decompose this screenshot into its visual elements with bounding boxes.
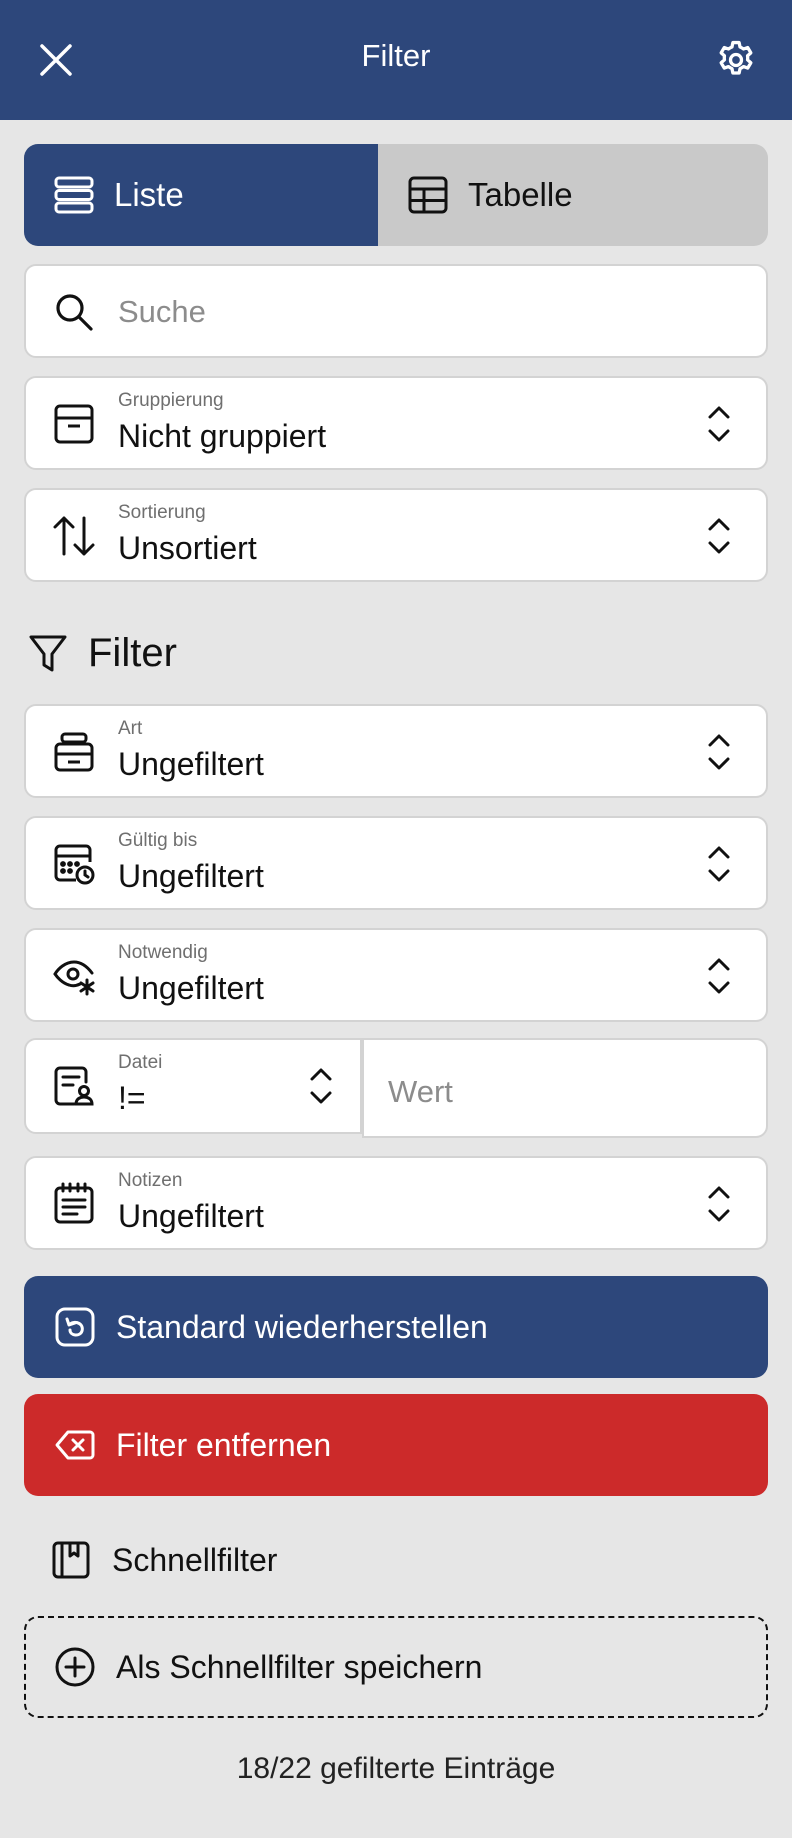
search-icon (56, 294, 93, 331)
filter-valid-until-value: Ungefiltert (118, 858, 264, 894)
filter-required-select[interactable]: Notwendig Ungefiltert (24, 928, 768, 1022)
tab-list-label: Liste (114, 176, 184, 213)
backspace-icon (55, 1430, 95, 1460)
restore-icon (55, 1307, 95, 1347)
chevron-up-down-icon (708, 846, 730, 882)
filter-art-label: Art (118, 718, 143, 739)
quick-filter-title: Schnellfilter (112, 1541, 278, 1578)
settings-button[interactable] (714, 38, 758, 82)
quick-filter-heading: Schnellfilter (50, 1536, 277, 1584)
sorting-value: Unsortiert (118, 530, 257, 566)
filter-file-label: Datei (118, 1052, 163, 1073)
gear-icon (719, 40, 753, 75)
search-input[interactable]: Suche (24, 264, 768, 358)
plus-circle-icon (55, 1647, 95, 1687)
restore-defaults-button[interactable]: Standard wiederherstellen (24, 1276, 768, 1378)
list-icon (54, 176, 94, 214)
filter-notes-label: Notizen (118, 1170, 183, 1191)
view-toggle: Liste Tabelle (24, 144, 768, 246)
filter-file-operator: != (118, 1080, 146, 1116)
filter-art-value: Ungefiltert (118, 746, 264, 782)
filter-valid-until-label: Gültig bis (118, 830, 198, 851)
filter-art-select[interactable]: Art Ungefiltert (24, 704, 768, 798)
restore-defaults-label: Standard wiederherstellen (116, 1308, 488, 1345)
table-icon (408, 176, 448, 214)
grouping-label: Gruppierung (118, 390, 224, 411)
filter-file-value-placeholder: Wert (388, 1074, 453, 1109)
chevron-up-down-icon (708, 518, 730, 554)
filter-notes-select[interactable]: Notizen Ungefiltert (24, 1156, 768, 1250)
filter-required-label: Notwendig (118, 942, 208, 963)
grouping-value: Nicht gruppiert (118, 418, 327, 454)
notes-icon (54, 1182, 94, 1224)
search-placeholder: Suche (118, 294, 206, 329)
filter-section-label: Filter (88, 630, 177, 675)
chevron-up-down-icon (708, 1186, 730, 1222)
sorting-select[interactable]: Sortierung Unsortiert (24, 488, 768, 582)
filter-valid-until-select[interactable]: Gültig bis Ungefiltert (24, 816, 768, 910)
file-person-icon (54, 1066, 94, 1106)
save-quick-filter-button[interactable]: Als Schnellfilter speichern (24, 1616, 768, 1718)
sorting-label: Sortierung (118, 502, 206, 523)
eye-asterisk-icon (53, 960, 95, 996)
filter-section-title: Filter (28, 628, 177, 678)
grouping-select[interactable]: Gruppierung Nicht gruppiert (24, 376, 768, 470)
filter-required-value: Ungefiltert (118, 970, 264, 1006)
archive-box-icon (54, 404, 94, 444)
app-header: Filter (0, 0, 792, 120)
calendar-clock-icon (54, 844, 95, 885)
chevron-up-down-icon (708, 406, 730, 442)
tab-list[interactable]: Liste (24, 144, 378, 246)
stack-icon (54, 732, 94, 772)
page-title: Filter (361, 38, 431, 73)
bookmark-book-icon (52, 1541, 90, 1579)
funnel-icon (29, 635, 67, 672)
remove-filter-label: Filter entfernen (116, 1426, 332, 1463)
filtered-count: 18/22 gefilterte Einträge (236, 1752, 556, 1785)
filter-notes-value: Ungefiltert (118, 1198, 264, 1234)
filter-file-operator-select[interactable]: Datei != (24, 1038, 362, 1134)
filter-file-value-input[interactable]: Wert (362, 1038, 768, 1138)
sort-arrows-icon (53, 516, 95, 556)
chevron-up-down-icon (310, 1068, 332, 1104)
remove-filter-button[interactable]: Filter entfernen (24, 1394, 768, 1496)
tab-table[interactable]: Tabelle (378, 144, 768, 246)
chevron-up-down-icon (708, 958, 730, 994)
chevron-up-down-icon (708, 734, 730, 770)
save-quick-filter-label: Als Schnellfilter speichern (116, 1648, 483, 1685)
tab-table-label: Tabelle (468, 176, 573, 213)
